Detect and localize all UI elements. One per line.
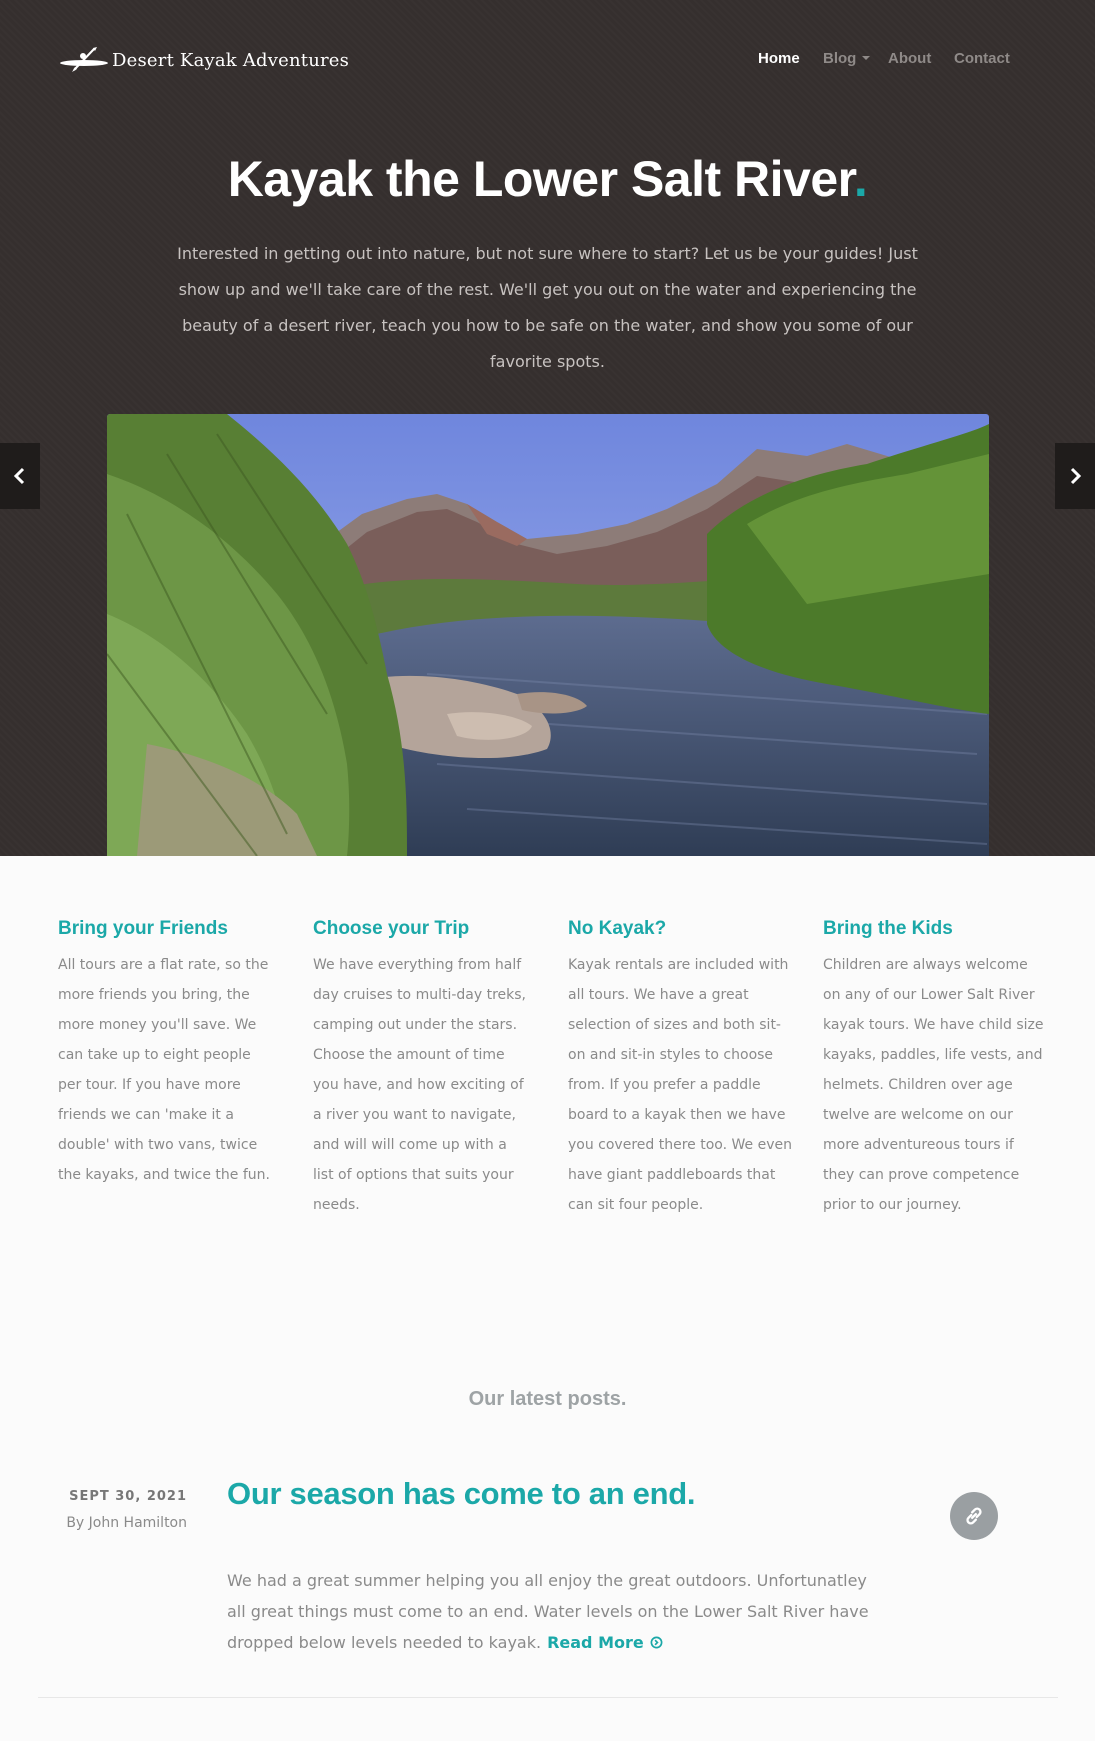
nav-item-about[interactable]: About — [888, 50, 931, 67]
post-author[interactable]: By John Hamilton — [40, 1515, 187, 1531]
feature-bring-friends: Bring your Friends All tours are a flat … — [58, 918, 278, 1190]
caret-down-icon — [862, 56, 871, 61]
nav-item-home[interactable]: Home — [758, 50, 800, 67]
hero-description: Interested in getting out into nature, b… — [177, 244, 918, 371]
feature-text: Children are always welcome on any of ou… — [823, 957, 1044, 1213]
chevron-left-icon — [13, 467, 25, 485]
feature-title: Choose your Trip — [313, 918, 470, 939]
feature-text: All tours are a flat rate, so the more f… — [58, 957, 270, 1183]
hero-title-dot: . — [853, 151, 868, 207]
nav-item-contact[interactable]: Contact — [954, 50, 1010, 67]
feature-bring-kids: Bring the Kids Children are always welco… — [823, 918, 1045, 1220]
nav-item-blog-label: Blog — [823, 50, 857, 67]
read-more-link[interactable]: Read More — [547, 1633, 663, 1652]
feature-text: We have everything from half day cruises… — [313, 957, 527, 1213]
hero-title-text: Kayak the Lower Salt River — [227, 151, 855, 207]
feature-no-kayak: No Kayak? Kayak rentals are included wit… — [568, 918, 793, 1220]
post-excerpt: We had a great summer helping you all en… — [227, 1565, 887, 1658]
arrow-circle-icon — [650, 1636, 663, 1649]
post-title-link[interactable]: Our season has come to an end. — [227, 1476, 695, 1512]
feature-text: Kayak rentals are included with all tour… — [568, 957, 792, 1213]
read-more-label: Read More — [547, 1633, 644, 1652]
link-icon — [966, 1507, 982, 1525]
post-date: SEPT 30, 2021 — [69, 1489, 187, 1504]
nav-item-blog[interactable]: Blog — [823, 50, 871, 67]
carousel-next-button[interactable] — [1055, 443, 1095, 509]
feature-title: Bring your Friends — [58, 918, 228, 939]
post-divider — [38, 1697, 1058, 1698]
feature-title: No Kayak? — [568, 918, 667, 939]
main-nav: Home Blog About Contact — [0, 50, 1095, 70]
feature-title: Bring the Kids — [823, 918, 953, 939]
post-permalink-button[interactable] — [950, 1492, 998, 1540]
hero-section: Desert Kayak Adventures Home Blog About … — [0, 0, 1095, 856]
chevron-right-icon — [1070, 467, 1082, 485]
latest-posts-heading: Our latest posts. — [468, 1388, 627, 1410]
carousel-prev-button[interactable] — [0, 443, 40, 509]
hero-title: Kayak the Lower Salt River. — [0, 150, 1095, 208]
feature-choose-trip: Choose your Trip We have everything from… — [313, 918, 531, 1220]
river-photo — [107, 414, 989, 856]
